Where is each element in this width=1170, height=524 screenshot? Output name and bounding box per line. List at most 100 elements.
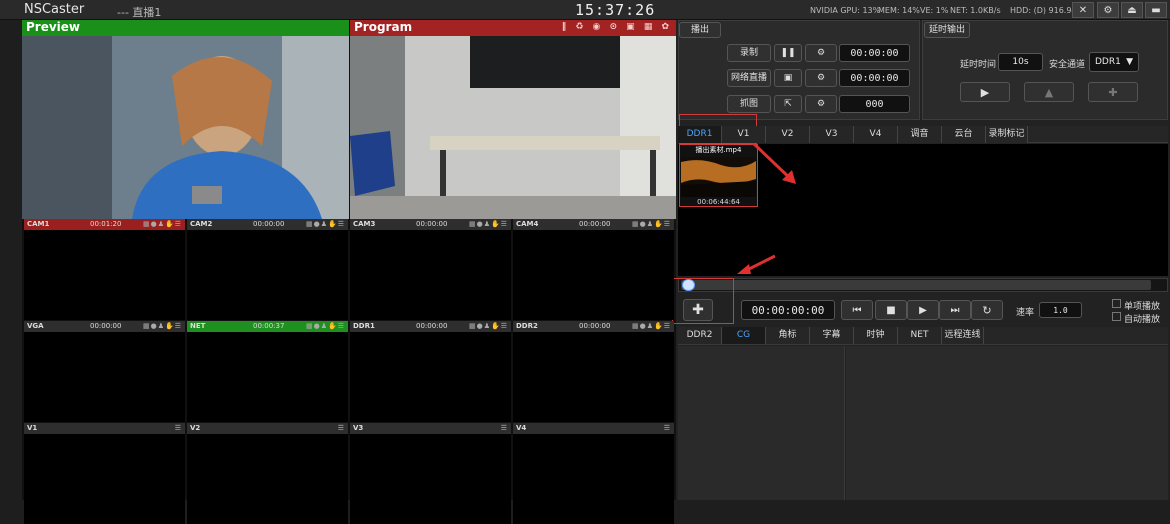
media-tab-6[interactable]: 云台 [942,126,986,143]
delay-time-input[interactable]: 10s [998,53,1043,71]
warning-icon[interactable]: ▲ [1024,82,1074,102]
source-menu-icon[interactable]: ▦●♟✋☰ [632,321,671,332]
safe-channel-select[interactable]: DDR1 ▼ [1089,52,1139,72]
auto-play-checkbox[interactable] [1112,312,1121,321]
source-cell-header: CAM1 00:01:20 ▦●♟✋☰ [24,219,185,230]
media-tab-3[interactable]: V3 [810,126,854,143]
source-cell-v3[interactable]: V3 ☰ [350,423,511,524]
source-cell-header: V2 ☰ [187,423,348,434]
media-tab-7[interactable]: 录制标记 [986,126,1028,143]
media-item-thumbnail [681,157,756,197]
source-cell-cam1[interactable]: CAM1 00:01:20 ▦●♟✋☰ [24,219,185,320]
minimize-icon[interactable]: ▬ [1145,2,1167,18]
source-menu-icon[interactable]: ▦●♟✋☰ [469,219,508,230]
stream-settings-gear-icon[interactable]: ⚙ [805,69,837,87]
source-menu-icon[interactable]: ▦●♟✋☰ [632,219,671,230]
program-image [350,36,676,219]
source-cell-header: NET 00:00:37 ▦●♟✋☰ [187,321,348,332]
source-menu-icon[interactable]: ▦●♟✋☰ [469,321,508,332]
playback-scrubber[interactable] [678,278,1168,292]
source-menu-icon[interactable]: ▦●♟✋☰ [306,321,345,332]
bottom-tab-1[interactable]: CG [722,327,766,344]
source-cell-v2[interactable]: V2 ☰ [187,423,348,524]
app-name: NSCaster [24,2,85,17]
export-icon[interactable]: ⇱ [774,95,802,113]
preview-view[interactable] [22,36,349,219]
source-menu-icon[interactable]: ☰ [175,423,182,434]
delay-play-icon[interactable]: ▶ [960,82,1010,102]
record-settings-gear-icon[interactable]: ⚙ [805,44,837,62]
source-cell-ddr1[interactable]: DDR1 00:00:00 ▦●♟✋☰ [350,321,511,422]
source-cell-net[interactable]: NET 00:00:37 ▦●♟✋☰ [187,321,348,422]
source-menu-icon[interactable]: ☰ [664,423,671,434]
bottom-tab-4[interactable]: 时钟 [854,327,898,344]
gpu-stat: NVIDIA GPU: 13% [810,6,881,15]
record-timer: 00:00:00 [839,44,910,62]
bottom-tab-2[interactable]: 角标 [766,327,810,344]
single-play-checkbox[interactable] [1112,299,1121,308]
source-cell-v4[interactable]: V4 ☰ [513,423,674,524]
next-icon[interactable]: ⏭ [939,300,971,320]
source-menu-icon[interactable]: ☰ [501,423,508,434]
media-tab-0[interactable]: DDR1 [678,126,722,143]
previous-icon[interactable]: ⏮ [841,300,873,320]
play-icon[interactable]: ▶ [907,300,939,320]
bottom-tab-3[interactable]: 字幕 [810,327,854,344]
source-menu-icon[interactable]: ☰ [338,423,345,434]
program-label: Program [354,20,413,34]
network-icon[interactable]: ▣ [774,69,802,87]
source-menu-icon[interactable]: ▦●♟✋☰ [143,219,182,230]
media-item[interactable]: 播出素材.mp4 00:06:44:64 [679,144,758,207]
snapshot-button[interactable]: 抓图 [727,95,771,113]
add-icon[interactable]: ✚ [1088,82,1138,102]
output-tab[interactable]: 播出 [679,22,721,38]
loop-icon[interactable]: ↻ [971,300,1003,320]
source-time: 00:00:37 [253,322,285,330]
safe-channel-label: 安全通道 [1049,60,1086,70]
snapshot-counter: 000 [839,95,910,113]
media-tab-2[interactable]: V2 [766,126,810,143]
media-item-duration: 00:06:44:64 [697,198,740,206]
media-tab-5[interactable]: 调音 [898,126,942,143]
source-menu-icon[interactable]: ▦●♟✋☰ [306,219,345,230]
source-cell-v1[interactable]: V1 ☰ [24,423,185,524]
add-media-button[interactable]: ✚ [683,299,713,321]
source-name: VGA [27,322,44,330]
source-name: V2 [190,424,201,432]
speed-input[interactable]: 1.0 [1039,302,1082,318]
source-cell-cam2[interactable]: CAM2 00:00:00 ▦●♟✋☰ [187,219,348,320]
source-name: V3 [353,424,364,432]
close-icon[interactable]: ✕ [1072,2,1094,18]
source-time: 00:00:00 [416,220,448,228]
source-menu-icon[interactable]: ▦●♟✋☰ [143,321,182,332]
source-name: NET [190,322,206,330]
auto-play-label: 自动播放 [1124,315,1161,325]
source-cell-vga[interactable]: VGA 00:00:00 ▦●♟✋☰ [24,321,185,422]
record-button[interactable]: 录制 [727,44,771,62]
media-item-filename: 播出素材.mp4 [695,146,742,154]
program-view[interactable] [350,36,676,219]
bottom-tab-0[interactable]: DDR2 [678,327,722,344]
media-tab-1[interactable]: V1 [722,126,766,143]
source-cell-cam4[interactable]: CAM4 00:00:00 ▦●♟✋☰ [513,219,674,320]
gear-icon[interactable]: ⚙ [1097,2,1119,18]
source-time: 00:00:00 [253,220,285,228]
source-cell-ddr2[interactable]: DDR2 00:00:00 ▦●♟✋☰ [513,321,674,422]
media-tab-4[interactable]: V4 [854,126,898,143]
source-time: 00:00:00 [579,322,611,330]
bottom-tab-5[interactable]: NET [898,327,942,344]
program-toolbar-icons[interactable]: ‖ ♻ ◉ ⊙ ▣ ▦ ✿ [562,20,672,35]
snapshot-settings-gear-icon[interactable]: ⚙ [805,95,837,113]
eject-icon[interactable]: ⏏ [1121,2,1143,18]
preview-header: Preview [22,20,349,36]
source-cell-cam3[interactable]: CAM3 00:00:00 ▦●♟✋☰ [350,219,511,320]
stream-button[interactable]: 网络直播 [727,69,771,87]
source-cell-header: V4 ☰ [513,423,674,434]
pause-icon[interactable]: ❚❚ [774,44,802,62]
delay-output-tab[interactable]: 延时输出 [924,22,970,38]
bottom-tab-6[interactable]: 远程连线 [942,327,984,344]
source-time: 00:01:20 [90,220,122,228]
system-clock: 15:37:26 [575,1,656,19]
stop-icon[interactable]: ■ [875,300,907,320]
source-time: 00:00:00 [90,322,122,330]
